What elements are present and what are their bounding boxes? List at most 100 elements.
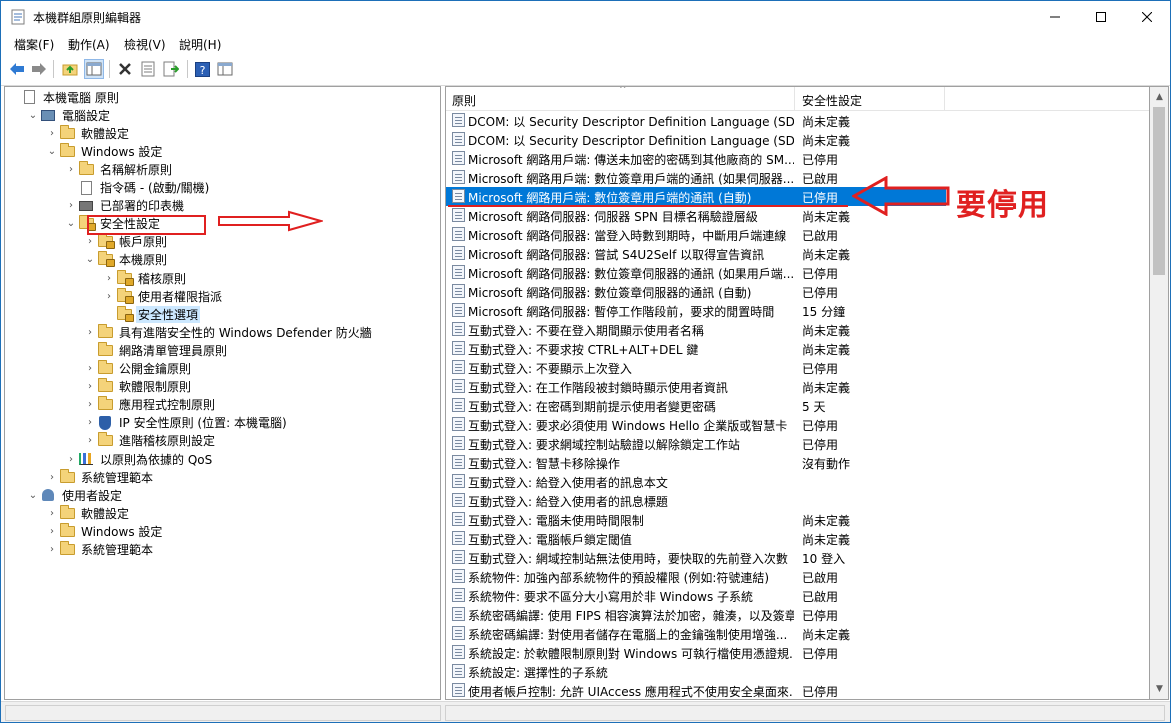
vertical-scrollbar[interactable]: ▲ ▼ [1150,86,1169,700]
show-hide-tree-icon[interactable] [84,59,104,79]
column-header-policy[interactable]: 原則 [452,92,476,109]
properties-icon[interactable] [138,59,158,79]
tree-item[interactable]: › 應用程式控制原則 [83,396,217,414]
tree-item[interactable]: 網路清單管理員原則 [83,341,229,359]
column-divider[interactable] [944,87,945,111]
tree-item[interactable]: ⌄ 電腦設定 [26,106,112,124]
close-button[interactable] [1124,1,1170,33]
policy-list[interactable]: ^ 原則 安全性設定 DCOM: 以 Security Descriptor D… [445,86,1150,700]
tree-item[interactable]: ⌄ 使用者設定 [26,486,124,504]
policy-row[interactable]: 系統密碼編譯: 使用 FIPS 相容演算法於加密，雜湊，以及簽章 已停用 [446,605,1149,624]
tree-item[interactable]: › 名稱解析原則 [64,160,174,178]
policy-row[interactable]: Microsoft 網路伺服器: 數位簽章伺服器的通訊 (自動) 已停用 [446,282,1149,301]
export-list-icon[interactable] [161,59,181,79]
column-header-security-setting[interactable]: 安全性設定 [802,92,862,109]
collapsed-chevron-icon[interactable]: › [45,468,59,486]
policy-row[interactable]: 系統設定: 選擇性的子系統 [446,662,1149,681]
policy-row[interactable]: 系統密碼編譯: 對使用者儲存在電腦上的金鑰強制使用增強... 尚未定義 [446,624,1149,643]
tree-item[interactable]: › 使用者權限指派 [102,287,224,305]
tree-item[interactable]: › 已部署的印表機 [64,197,186,215]
tree-item[interactable]: › IP 安全性原則 (位置: 本機電腦) [83,414,289,432]
policy-row[interactable]: 互動式登入: 在工作階段被封鎖時顯示使用者資訊 尚未定義 [446,377,1149,396]
collapsed-chevron-icon[interactable]: › [83,233,97,251]
policy-row[interactable]: 互動式登入: 智慧卡移除操作 沒有動作 [446,453,1149,472]
menu-action[interactable]: 動作(A) [68,36,110,53]
collapsed-chevron-icon[interactable]: › [83,432,97,450]
collapsed-chevron-icon[interactable]: › [45,522,59,540]
back-icon[interactable] [7,59,27,79]
delete-icon[interactable] [115,59,135,79]
tree-item[interactable]: › 系統管理範本 [45,468,155,486]
tree-item[interactable]: 安全性選項 [102,305,201,323]
expanded-chevron-icon[interactable]: ⌄ [83,251,97,269]
expanded-chevron-icon[interactable]: ⌄ [64,215,78,233]
forward-icon[interactable] [29,59,49,79]
tree-item[interactable]: 指令碼 - (啟動/關機) [64,179,211,197]
collapsed-chevron-icon[interactable]: › [83,360,97,378]
tree-item[interactable]: › 軟體設定 [45,124,131,142]
policy-row[interactable]: Microsoft 網路伺服器: 當登入時數到期時，中斷用戶端連線 已啟用 [446,225,1149,244]
policy-row[interactable]: Microsoft 網路用戶端: 傳送未加密的密碼到其他廠商的 SM... 已停用 [446,149,1149,168]
menu-help[interactable]: 說明(H) [179,36,221,53]
tree-item[interactable]: ⌄ 本機原則 [83,251,169,269]
policy-row[interactable]: DCOM: 以 Security Descriptor Definition L… [446,130,1149,149]
help-icon[interactable]: ? [192,59,212,79]
policy-row[interactable]: 系統物件: 加強內部系統物件的預設權限 (例如:符號連結) 已啟用 [446,567,1149,586]
policy-row[interactable]: Microsoft 網路伺服器: 暫停工作階段前，要求的閒置時間 15 分鐘 [446,301,1149,320]
column-divider[interactable] [794,87,795,111]
tree-item[interactable]: › 進階稽核原則設定 [83,432,217,450]
policy-row[interactable]: 使用者帳戶控制: 允許 UIAccess 應用程式不使用安全桌面來... 已停用 [446,681,1149,699]
title-bar[interactable]: 本機群組原則編輯器 [1,1,1170,33]
expanded-chevron-icon[interactable]: ⌄ [45,142,59,160]
collapsed-chevron-icon[interactable]: › [45,504,59,522]
collapsed-chevron-icon[interactable]: › [64,450,78,468]
collapsed-chevron-icon[interactable]: › [83,323,97,341]
collapsed-chevron-icon[interactable]: › [102,269,116,287]
expanded-chevron-icon[interactable]: ⌄ [26,486,40,504]
policy-row[interactable]: 互動式登入: 網域控制站無法使用時，要快取的先前登入次數 10 登入 [446,548,1149,567]
collapsed-chevron-icon[interactable]: › [45,541,59,559]
minimize-button[interactable] [1032,1,1078,33]
policy-row[interactable]: 互動式登入: 給登入使用者的訊息標題 [446,491,1149,510]
menu-view[interactable]: 檢視(V) [124,36,166,53]
tree-item[interactable]: › 軟體限制原則 [83,378,193,396]
view-icon[interactable] [215,59,235,79]
policy-row[interactable]: 互動式登入: 要求必須使用 Windows Hello 企業版或智慧卡 已停用 [446,415,1149,434]
collapsed-chevron-icon[interactable]: › [64,197,78,215]
scroll-down-icon[interactable]: ▼ [1150,681,1169,697]
expanded-chevron-icon[interactable]: ⌄ [26,106,40,124]
scrollbar-thumb[interactable] [1153,107,1165,275]
tree-item[interactable]: › 帳戶原則 [83,233,169,251]
policy-row[interactable]: 互動式登入: 電腦帳戶鎖定閾值 尚未定義 [446,529,1149,548]
collapsed-chevron-icon[interactable]: › [45,124,59,142]
policy-row[interactable]: DCOM: 以 Security Descriptor Definition L… [446,111,1149,130]
menu-file[interactable]: 檔案(F) [14,36,54,53]
maximize-button[interactable] [1078,1,1124,33]
policy-row[interactable]: Microsoft 網路伺服器: 數位簽章伺服器的通訊 (如果用戶端... 已停用 [446,263,1149,282]
policy-row[interactable]: 互動式登入: 不要在登入期間顯示使用者名稱 尚未定義 [446,320,1149,339]
policy-row[interactable]: Microsoft 網路伺服器: 嘗試 S4U2Self 以取得宣告資訊 尚未定義 [446,244,1149,263]
collapsed-chevron-icon[interactable]: › [83,396,97,414]
tree-item[interactable]: › 以原則為依據的 QoS [64,450,214,468]
tree-item[interactable]: › 具有進階安全性的 Windows Defender 防火牆 [83,323,374,341]
policy-row[interactable]: 互動式登入: 電腦未使用時間限制 尚未定義 [446,510,1149,529]
tree-item[interactable]: › 稽核原則 [102,269,188,287]
tree-item[interactable]: › Windows 設定 [45,522,164,540]
collapsed-chevron-icon[interactable]: › [102,287,116,305]
policy-row[interactable]: 互動式登入: 給登入使用者的訊息本文 [446,472,1149,491]
policy-row[interactable]: 互動式登入: 在密碼到期前提示使用者變更密碼 5 天 [446,396,1149,415]
tree-item[interactable]: › 軟體設定 [45,504,131,522]
scroll-up-icon[interactable]: ▲ [1150,89,1169,105]
tree-item[interactable]: 本機電腦 原則 [7,88,121,106]
policy-row[interactable]: 互動式登入: 不要顯示上次登入 已停用 [446,358,1149,377]
console-tree[interactable]: 本機電腦 原則 ⌄ 電腦設定 › 軟體設定 ⌄ Windows 設定 › 名稱解析原則 指令碼 -… [4,86,441,700]
tree-item[interactable]: › 公開金鑰原則 [83,360,193,378]
policy-row[interactable]: 系統物件: 要求不區分大小寫用於非 Windows 子系統 已啟用 [446,586,1149,605]
tree-item[interactable]: ⌄ Windows 設定 [45,142,164,160]
up-folder-icon[interactable] [60,59,80,79]
collapsed-chevron-icon[interactable]: › [83,414,97,432]
policy-row[interactable]: 系統設定: 於軟體限制原則對 Windows 可執行檔使用憑證規... 已停用 [446,643,1149,662]
tree-item[interactable]: › 系統管理範本 [45,541,155,559]
collapsed-chevron-icon[interactable]: › [83,378,97,396]
collapsed-chevron-icon[interactable]: › [64,160,78,178]
